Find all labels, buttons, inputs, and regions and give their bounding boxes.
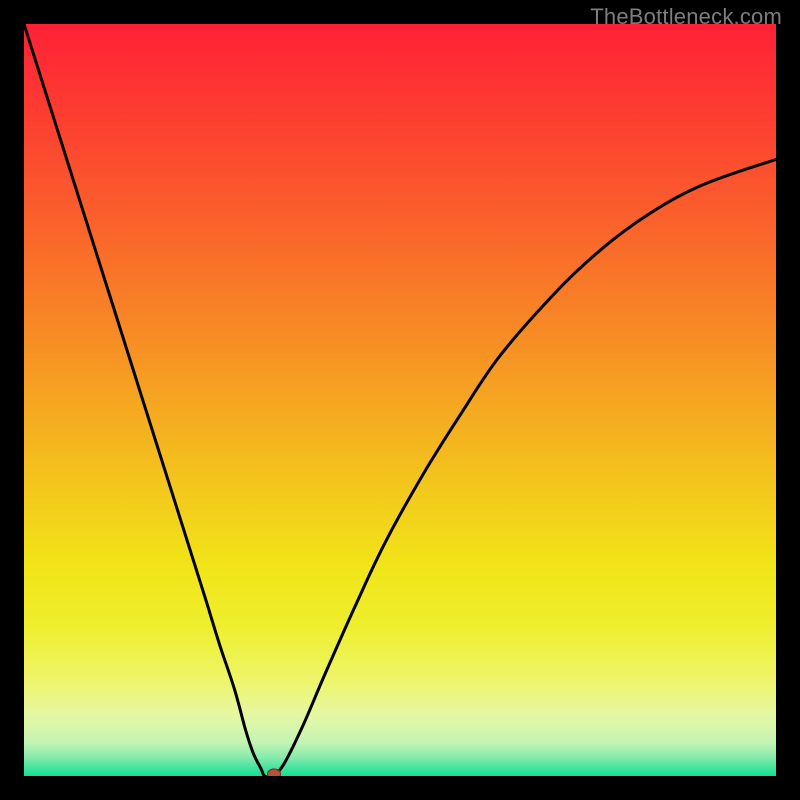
plot-area [24,24,776,776]
watermark-text: TheBottleneck.com [590,4,782,30]
chart-frame: TheBottleneck.com [0,0,800,800]
bottleneck-curve [24,24,776,776]
optimum-marker [267,769,281,777]
curve-layer [24,24,776,776]
